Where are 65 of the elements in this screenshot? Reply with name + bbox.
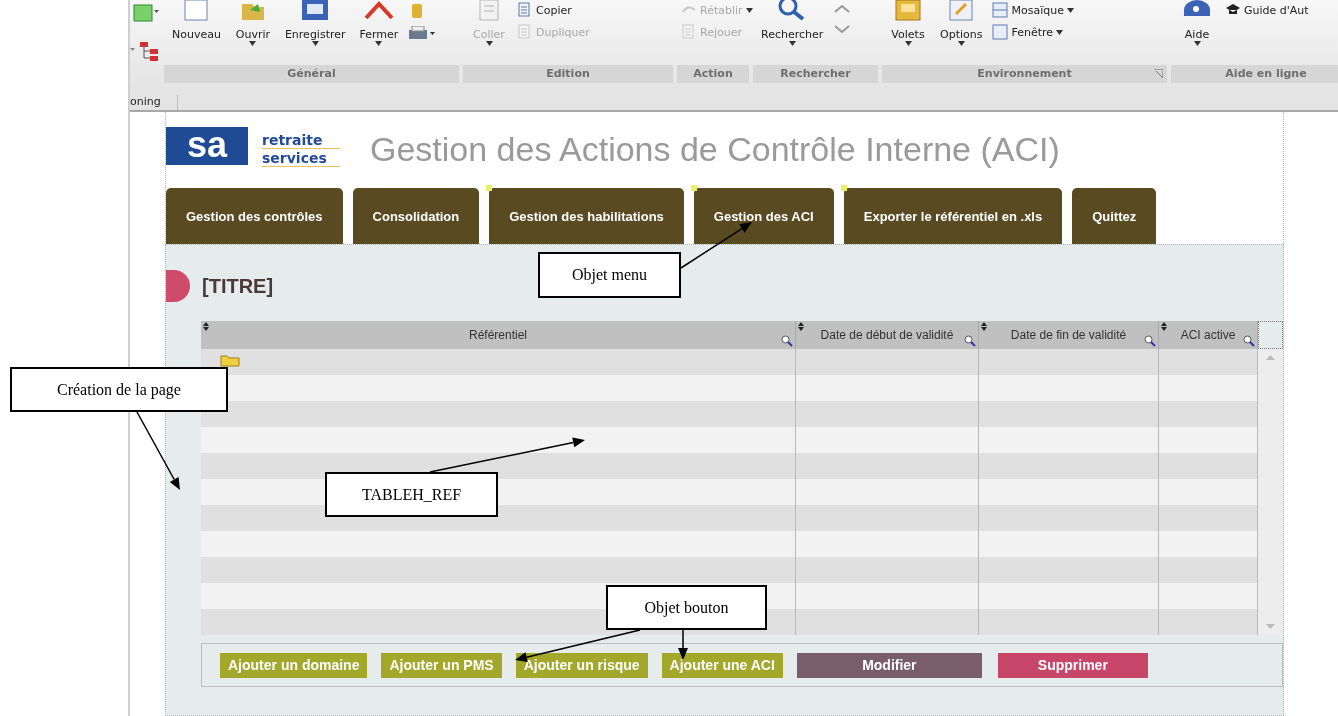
group-label: Aide en ligne (1225, 67, 1307, 81)
title-shape-icon (166, 270, 190, 302)
menu-tab[interactable]: Gestion des contrôles (166, 188, 343, 244)
search-icon[interactable] (964, 335, 976, 347)
table-row[interactable] (201, 453, 1258, 479)
ribbon-icon (681, 24, 697, 40)
ribbon-icon (992, 24, 1009, 40)
ribbon-button[interactable]: Rechercher (757, 0, 828, 46)
menu-tab[interactable]: Gestion des ACI (693, 188, 834, 244)
callout-tooltip: Objet menu (538, 252, 681, 298)
action-button[interactable]: Supprimer (997, 652, 1148, 678)
callout-tooltip: Objet bouton (606, 585, 767, 630)
group-label: Edition (546, 67, 590, 81)
folder-icon (219, 353, 243, 367)
ribbon-icon (992, 2, 1009, 18)
sort-icon[interactable] (798, 322, 804, 331)
ribbon-button[interactable]: Enregistrer (280, 0, 350, 46)
menu-tab[interactable]: Consolidation (352, 188, 480, 244)
ribbon-button[interactable]: Nouveau (168, 0, 225, 41)
launcher-icon[interactable] (1154, 68, 1163, 78)
group-label: Rechercher (780, 67, 851, 81)
scroll-up-icon[interactable] (1266, 355, 1275, 360)
page-title: Gestion des Actions de Contrôle Interne (ACI) (370, 129, 1060, 169)
ribbon-icon (517, 24, 533, 40)
menu-tab[interactable]: Quittez (1072, 188, 1157, 244)
table-row[interactable] (201, 505, 1258, 531)
group-label: Environnement (977, 67, 1072, 81)
arrow (678, 629, 688, 660)
callout-tooltip: TABLEH_REF (325, 472, 498, 517)
group-label: Action (693, 67, 733, 81)
search-icon[interactable] (1243, 335, 1255, 347)
sort-icon[interactable] (203, 322, 209, 331)
sort-icon[interactable] (1161, 322, 1167, 331)
printer-icon (408, 26, 437, 42)
ribbon-button[interactable]: Fenêtre (992, 24, 1074, 40)
section-title: [TITRE] (202, 274, 274, 298)
ribbon-button[interactable]: Volets (886, 0, 930, 46)
logo-mark: sa (166, 127, 248, 165)
ribbon-icon (517, 2, 533, 18)
search-icon[interactable] (1144, 335, 1156, 347)
arrow (680, 222, 752, 269)
table-row[interactable] (201, 427, 1258, 453)
scroll-down-icon[interactable] (1266, 624, 1275, 629)
tree-icon (130, 40, 160, 62)
search-icon[interactable] (781, 335, 793, 347)
table-row[interactable] (201, 401, 1258, 427)
table-row[interactable] (201, 531, 1258, 557)
logo-text: services (262, 149, 340, 167)
menu-tab[interactable]: Gestion des habilitations (489, 188, 684, 244)
callout-tooltip: Création de la page (10, 367, 228, 412)
ribbon-button[interactable]: Mosaïque (992, 2, 1074, 18)
action-button[interactable]: Modifier (796, 652, 982, 678)
sort-icon[interactable] (981, 322, 987, 331)
ribbon-button[interactable]: Copier (517, 2, 590, 18)
group-label: Général (287, 67, 336, 81)
logo-text: retraite (262, 131, 340, 149)
ribbon-tab[interactable]: oning (130, 95, 178, 110)
ribbon-button[interactable]: Ouvrir (230, 0, 275, 46)
ribbon-button[interactable]: Aide (1175, 0, 1219, 46)
table-row[interactable] (201, 557, 1258, 583)
ribbon-button[interactable]: Fermer (355, 0, 403, 46)
ribbon-button[interactable]: Options (936, 0, 987, 46)
scrollbar[interactable] (1258, 349, 1283, 635)
menu-tab[interactable]: Exporter le référentiel en .xls (843, 188, 1063, 244)
ribbon-button[interactable]: Guide d'Aut (1225, 2, 1309, 18)
